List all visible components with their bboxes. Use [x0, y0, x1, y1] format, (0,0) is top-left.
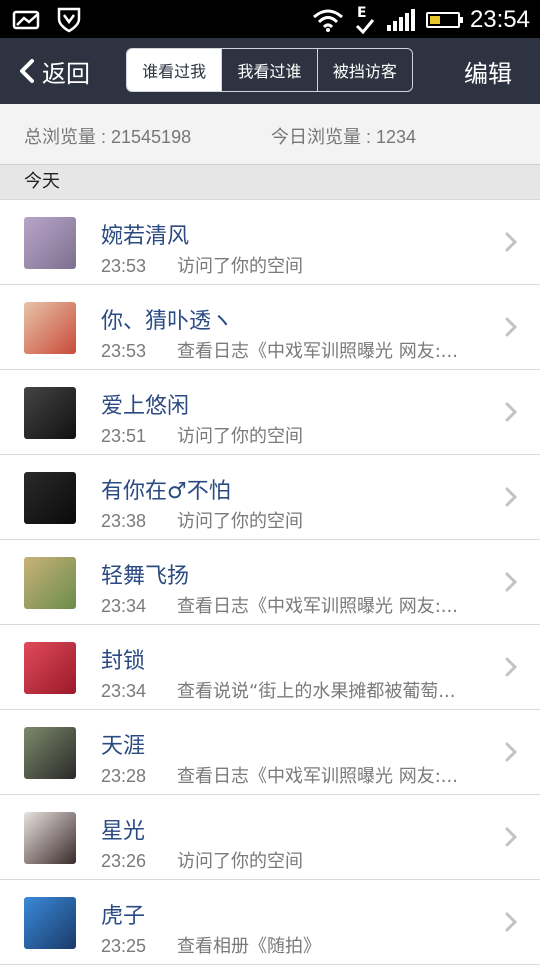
visit-action: 查看日志《中戏军训照曝光 网友:... [177, 596, 458, 617]
edit-button[interactable]: 编辑 [464, 38, 512, 104]
visit-action: 查看日志《中戏军训照曝光 网友:... [177, 341, 458, 362]
visit-time: 23:25 [101, 936, 147, 956]
edge-e-icon: E [355, 5, 375, 35]
visit-time: 23:34 [101, 681, 147, 701]
avatar[interactable] [24, 472, 76, 524]
shield-icon [57, 7, 81, 33]
visit-meta: 23:34 查看说说“街上的水果摊都被葡萄... [101, 677, 501, 703]
visit-time: 23:26 [101, 851, 147, 871]
visit-meta: 23:26 访问了你的空间 [101, 847, 501, 873]
visit-time: 23:53 [101, 341, 147, 361]
visitor-tabs: 谁看过我 我看过谁 被挡访客 [126, 48, 413, 92]
visit-action: 访问了你的空间 [177, 256, 303, 277]
list-item[interactable]: 封锁 23:34 查看说说“街上的水果摊都被葡萄... [0, 625, 540, 710]
avatar[interactable] [24, 642, 76, 694]
visit-meta: 23:53 访问了你的空间 [101, 252, 501, 278]
visit-time: 23:34 [101, 596, 147, 616]
visit-meta: 23:53 查看日志《中戏军训照曝光 网友:... [101, 337, 501, 363]
chevron-right-icon [505, 317, 518, 337]
chevron-right-icon [505, 912, 518, 932]
avatar[interactable] [24, 812, 76, 864]
list-item[interactable]: 有你在♂不怕 23:38 访问了你的空间 [0, 455, 540, 540]
avatar[interactable] [24, 727, 76, 779]
chevron-right-icon [505, 402, 518, 422]
chevron-right-icon [505, 657, 518, 677]
avatar[interactable] [24, 897, 76, 949]
visit-meta: 23:51 访问了你的空间 [101, 422, 501, 448]
chevron-right-icon [505, 742, 518, 762]
back-button[interactable]: 返回 [18, 38, 90, 104]
visitor-name: 轻舞飞扬 [101, 564, 190, 589]
list-item[interactable]: 爱上悠闲 23:51 访问了你的空间 [0, 370, 540, 455]
nav-bar: 返回 谁看过我 我看过谁 被挡访客 编辑 [0, 38, 540, 104]
wifi-icon [312, 9, 343, 32]
tab-label: 我看过谁 [237, 62, 302, 81]
chevron-right-icon [505, 232, 518, 252]
chevron-left-icon [20, 59, 34, 83]
back-label: 返回 [42, 59, 90, 88]
tab-who-i-viewed[interactable]: 我看过谁 [221, 49, 316, 91]
visitor-name: 婉若清风 [101, 224, 190, 249]
list-item[interactable]: 你、猜卟透ヽ 23:53 查看日志《中戏军训照曝光 网友:... [0, 285, 540, 370]
svg-text:E: E [357, 5, 367, 21]
visitor-name: 你、猜卟透ヽ [101, 309, 234, 334]
tab-who-viewed-me[interactable]: 谁看过我 [127, 49, 222, 91]
visit-meta: 23:28 查看日志《中戏军训照曝光 网友:... [101, 762, 501, 788]
tab-label: 谁看过我 [142, 62, 207, 81]
visitor-name: 星光 [101, 819, 146, 844]
avatar[interactable] [24, 387, 76, 439]
list-item[interactable]: 天涯 23:28 查看日志《中戏军训照曝光 网友:... [0, 710, 540, 795]
section-header-today: 今天 [0, 164, 540, 200]
tab-blocked-visitors[interactable]: 被挡访客 [316, 49, 412, 91]
view-stats: 总浏览量 : 21545198 今日浏览量 : 1234 [0, 104, 540, 164]
visit-action: 访问了你的空间 [177, 511, 303, 532]
visit-meta: 23:38 访问了你的空间 [101, 507, 501, 533]
today-views: 今日浏览量 : 1234 [271, 127, 417, 147]
visit-meta: 23:34 查看日志《中戏军训照曝光 网友:... [101, 592, 501, 618]
tab-label: 被挡访客 [332, 62, 397, 81]
list-item[interactable]: 星光 23:26 访问了你的空间 [0, 795, 540, 880]
visit-action: 访问了你的空间 [177, 426, 303, 447]
visit-action: 查看相册《随拍》 [177, 936, 321, 957]
visit-time: 23:28 [101, 766, 147, 786]
photo-icon [12, 10, 40, 30]
chevron-right-icon [505, 827, 518, 847]
visit-action: 访问了你的空间 [177, 851, 303, 872]
avatar[interactable] [24, 557, 76, 609]
status-time: 23:54 [469, 6, 530, 33]
visit-meta: 23:25 查看相册《随拍》 [101, 932, 501, 958]
list-item[interactable]: 婉若清风 23:53 访问了你的空间 [0, 200, 540, 285]
visitor-name: 爱上悠闲 [101, 394, 190, 419]
list-item[interactable]: 轻舞飞扬 23:34 查看日志《中戏军训照曝光 网友:... [0, 540, 540, 625]
status-bar: E 23:54 [0, 0, 540, 38]
avatar[interactable] [24, 217, 76, 269]
visitor-name: 虎子 [101, 904, 146, 929]
avatar[interactable] [24, 302, 76, 354]
edit-label: 编辑 [464, 59, 512, 88]
visit-time: 23:38 [101, 511, 147, 531]
total-views: 总浏览量 : 21545198 [24, 127, 192, 147]
visitor-name: 封锁 [101, 649, 146, 674]
visit-time: 23:51 [101, 426, 147, 446]
visitor-name: 有你在♂不怕 [101, 479, 231, 504]
status-left-icons [12, 6, 82, 34]
visit-time: 23:53 [101, 256, 147, 276]
visitor-list: 婉若清风 23:53 访问了你的空间 你、猜卟透ヽ 23:53 查看日志《中戏军训照曝光 … [0, 200, 540, 965]
visit-action: 查看说说“街上的水果摊都被葡萄... [177, 681, 456, 702]
visitor-name: 天涯 [101, 734, 146, 759]
list-item[interactable]: 虎子 23:25 查看相册《随拍》 [0, 880, 540, 965]
visit-action: 查看日志《中戏军训照曝光 网友:... [177, 766, 458, 787]
chevron-right-icon [505, 572, 518, 592]
signal-icon [386, 9, 415, 31]
battery-icon [425, 12, 463, 28]
status-right-icons: E 23:54 [312, 4, 530, 36]
chevron-right-icon [505, 487, 518, 507]
